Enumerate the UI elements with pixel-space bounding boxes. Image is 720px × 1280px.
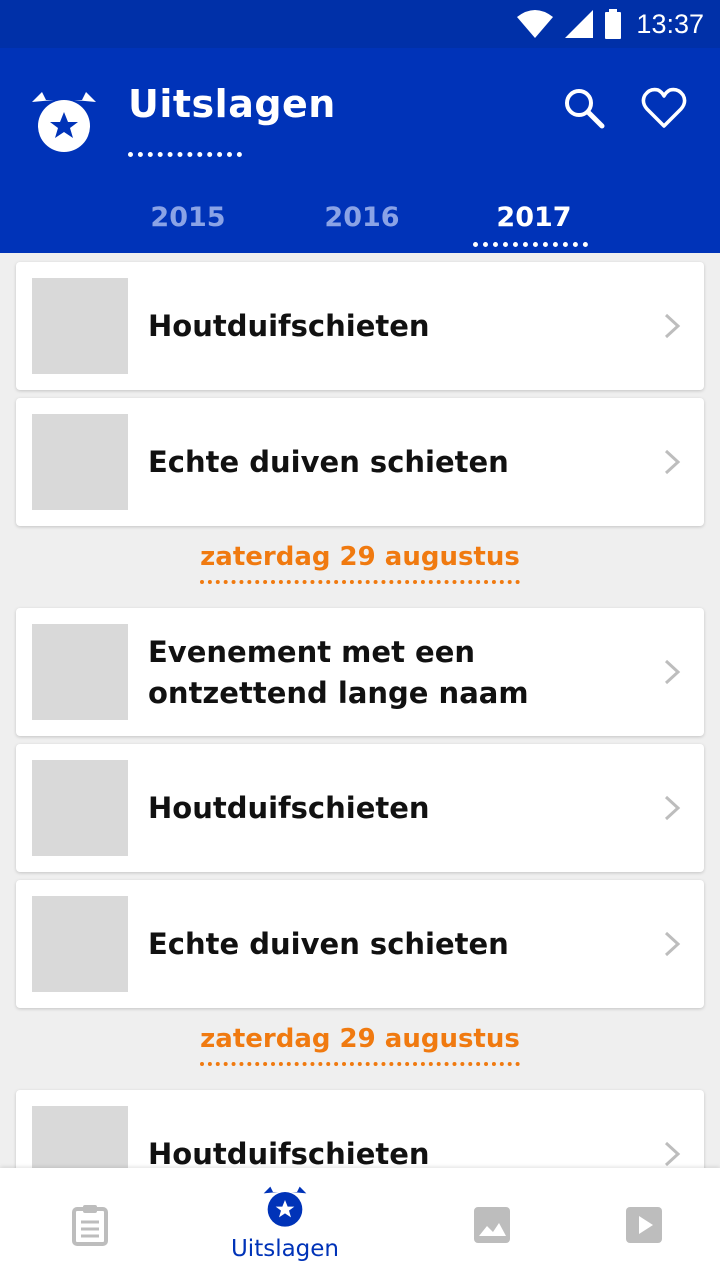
event-thumbnail bbox=[32, 278, 128, 374]
year-tabs: 2015 2016 2017 bbox=[0, 194, 720, 253]
chevron-right-icon bbox=[664, 313, 681, 339]
chevron-right-icon bbox=[664, 449, 681, 475]
clipboard-icon bbox=[72, 1205, 108, 1246]
nav-label-uitslagen: Uitslagen bbox=[230, 1236, 340, 1262]
tab-2015[interactable]: 2015 bbox=[108, 194, 268, 250]
event-title: Houtduifschieten bbox=[148, 791, 430, 825]
app-bar: Uitslagen 2015 2016 2017 bbox=[0, 48, 720, 253]
chevron-right-icon bbox=[664, 659, 681, 685]
status-bar: 13:37 bbox=[0, 0, 720, 48]
image-icon bbox=[474, 1207, 510, 1243]
medal-star-logo-icon bbox=[32, 92, 96, 152]
nav-item-uitslagen[interactable]: Uitslagen bbox=[195, 1168, 375, 1280]
title-underline bbox=[128, 152, 242, 157]
chevron-right-icon bbox=[664, 931, 681, 957]
event-title: Houtduifschieten bbox=[148, 309, 430, 343]
list-item[interactable]: Houtduifschieten bbox=[16, 744, 704, 872]
wifi-icon bbox=[517, 10, 554, 38]
signal-icon bbox=[565, 10, 594, 38]
event-thumbnail bbox=[32, 760, 128, 856]
play-icon bbox=[626, 1207, 662, 1243]
event-thumbnail bbox=[32, 414, 128, 510]
event-title: Echte duiven schieten bbox=[148, 927, 509, 961]
status-icons: 13:37 bbox=[516, 6, 704, 42]
date-label: zaterdag 29 augustus bbox=[200, 1024, 520, 1066]
event-thumbnail bbox=[32, 896, 128, 992]
search-icon[interactable] bbox=[562, 86, 606, 130]
event-title: Houtduifschieten bbox=[148, 1137, 430, 1168]
event-thumbnail bbox=[32, 624, 128, 720]
active-tab-indicator bbox=[473, 242, 588, 247]
list-item[interactable]: Echte duiven schieten bbox=[16, 398, 704, 526]
date-header: zaterdag 29 augustus bbox=[0, 1024, 720, 1066]
date-label: zaterdag 29 augustus bbox=[200, 542, 520, 584]
list-item[interactable]: Evenement met een ontzettend lange naam bbox=[16, 608, 704, 736]
date-header: zaterdag 29 augustus bbox=[0, 542, 720, 584]
results-list[interactable]: Houtduifschieten Echte duiven schieten z… bbox=[0, 253, 720, 1168]
event-title: Evenement met een ontzettend lange naam bbox=[148, 635, 529, 710]
status-time: 13:37 bbox=[636, 8, 704, 39]
medal-star-icon bbox=[263, 1186, 307, 1227]
list-item[interactable]: Houtduifschieten bbox=[16, 1090, 704, 1168]
tab-2016[interactable]: 2016 bbox=[282, 194, 442, 250]
list-item[interactable]: Echte duiven schieten bbox=[16, 880, 704, 1008]
chevron-right-icon bbox=[664, 795, 681, 821]
event-title: Echte duiven schieten bbox=[148, 445, 509, 479]
chevron-right-icon bbox=[664, 1141, 681, 1167]
heart-icon[interactable] bbox=[640, 84, 688, 132]
page-title: Uitslagen bbox=[128, 82, 336, 126]
bottom-navigation: Uitslagen bbox=[0, 1168, 720, 1280]
battery-icon bbox=[605, 9, 622, 39]
nav-item-overview[interactable] bbox=[0, 1168, 180, 1280]
list-item[interactable]: Houtduifschieten bbox=[16, 262, 704, 390]
event-thumbnail bbox=[32, 1106, 128, 1168]
nav-item-videos[interactable] bbox=[554, 1168, 720, 1280]
